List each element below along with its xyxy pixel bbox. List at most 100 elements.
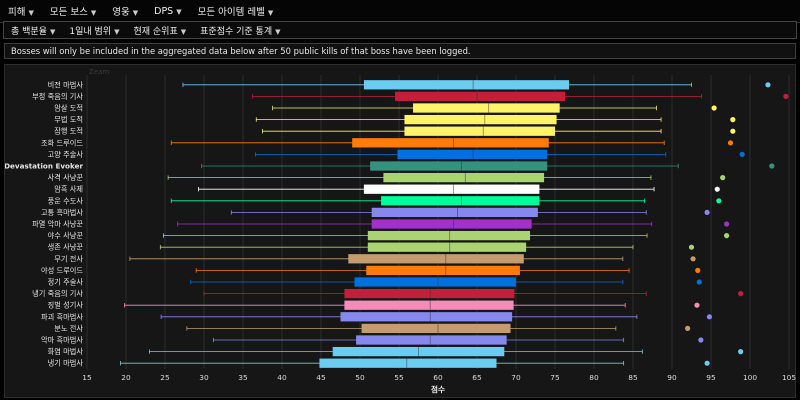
- subnav-dropdown-2[interactable]: 현재 순위표 ▼: [126, 24, 193, 37]
- caret-down-icon: ▼: [28, 9, 34, 17]
- series-label: 고통 흑마법사: [41, 208, 83, 217]
- x-tick-label: 50: [355, 373, 365, 382]
- outlier-point: [690, 256, 696, 262]
- box-iqr: [356, 335, 507, 345]
- caret-down-icon: ▼: [114, 27, 120, 36]
- outlier-point: [698, 337, 704, 343]
- outlier-point: [714, 186, 720, 192]
- box-iqr: [413, 103, 560, 113]
- nav-dropdown-3[interactable]: DPS ▼: [146, 6, 189, 17]
- series-label: 조화 드루이드: [41, 138, 83, 147]
- series-label: Devastation Evoker: [5, 162, 83, 171]
- nav-dropdown-0[interactable]: 피해 ▼: [0, 4, 42, 18]
- outlier-point: [688, 244, 695, 250]
- outlier-point: [727, 140, 734, 146]
- box-iqr: [344, 300, 514, 310]
- series-label: 암살 도적: [54, 104, 83, 113]
- series-label: 분노 전사: [54, 324, 83, 333]
- subnav-dropdown-3[interactable]: 표준점수 기준 통계 ▼: [193, 24, 287, 37]
- nav-dropdown-label: 모든 보스: [49, 7, 88, 18]
- series-label: 잠행 도적: [54, 127, 83, 136]
- nav-dropdown-4[interactable]: 모든 아이템 레벨 ▼: [190, 4, 282, 18]
- series-label: 악마 흑마법사: [41, 336, 83, 345]
- caret-down-icon: ▼: [267, 9, 274, 17]
- x-tick-label: 25: [160, 373, 170, 382]
- box-iqr: [397, 149, 548, 160]
- outlier-point: [716, 198, 722, 204]
- x-tick-label: 70: [511, 373, 521, 382]
- secondary-filter-bar: 총 백분율 ▼ 1일내 범위 ▼ 현재 순위표 ▼ 표준점수 기준 통계 ▼: [3, 21, 797, 39]
- outlier-point: [720, 175, 726, 181]
- series-label: 징벌 성기사: [48, 301, 84, 310]
- x-tick-label: 35: [238, 373, 248, 382]
- subnav-dropdown-1[interactable]: 1일내 범위 ▼: [62, 24, 126, 37]
- x-tick-label: 80: [589, 373, 599, 382]
- box-iqr: [383, 172, 545, 183]
- box-iqr: [361, 323, 511, 334]
- series-label: 무기 전사: [54, 254, 83, 263]
- series-label: 냉기 마법사: [48, 359, 84, 368]
- x-tick-label: 45: [316, 373, 326, 382]
- box-iqr: [404, 114, 557, 125]
- nav-dropdown-label: 피해: [8, 7, 26, 18]
- outlier-point: [738, 349, 744, 355]
- subnav-dropdown-0[interactable]: 총 백분율 ▼: [4, 24, 62, 37]
- box-iqr: [367, 230, 531, 241]
- x-tick-label: 55: [394, 373, 404, 382]
- x-axis-title: 점수: [431, 384, 445, 394]
- series-label: 파멸 악마 사냥꾼: [32, 220, 83, 229]
- series-label: 부정 죽음의 기사: [32, 92, 83, 101]
- caret-down-icon: ▼: [132, 9, 139, 17]
- outlier-point: [704, 360, 710, 366]
- series-label: 풍운 수도사: [48, 196, 84, 205]
- outlier-point: [685, 325, 691, 331]
- series-label: 냉기 죽음의 기사: [32, 289, 83, 298]
- series-label: 암흑 사제: [54, 185, 83, 194]
- subnav-dropdown-label: 현재 순위표: [133, 26, 178, 37]
- notice-text: Bosses will only be included in the aggr…: [11, 46, 471, 56]
- outlier-point: [724, 221, 730, 227]
- box-iqr: [395, 91, 566, 102]
- outlier-point: [730, 128, 736, 134]
- x-tick-label: 105: [782, 373, 796, 382]
- outlier-point: [738, 291, 744, 297]
- nav-dropdown-label: DPS: [154, 5, 174, 17]
- nav-dropdown-1[interactable]: 모든 보스 ▼: [42, 4, 104, 18]
- box-plot-chart: Zeam 비전 마법사부정 죽음의 기사암살 도적무법 도적잠행 도적조화 드루이…: [5, 68, 796, 394]
- caret-down-icon: ▼: [180, 27, 187, 36]
- series-label: 생존 사냥꾼: [48, 243, 84, 252]
- outlier-point: [765, 82, 771, 88]
- outlier-point: [695, 267, 701, 273]
- nav-dropdown-2[interactable]: 영웅 ▼: [104, 4, 146, 18]
- box-iqr: [319, 358, 497, 368]
- series-label: 무법 도적: [54, 115, 83, 124]
- nav-dropdown-label: 모든 아이템 레벨: [197, 7, 265, 18]
- x-tick-label: 20: [121, 373, 131, 382]
- series-label: 야수 사냥꾼: [48, 231, 84, 240]
- outlier-point: [706, 314, 713, 320]
- caret-down-icon: ▼: [176, 7, 182, 16]
- series-label: 정기 주술사: [48, 278, 84, 287]
- x-tick-label: 65: [472, 373, 482, 382]
- box-iqr: [367, 242, 527, 252]
- caret-down-icon: ▼: [49, 27, 56, 36]
- outlier-point: [694, 302, 700, 308]
- caret-down-icon: ▼: [90, 9, 97, 17]
- outlier-point: [696, 279, 702, 285]
- box-iqr: [352, 138, 549, 148]
- subnav-dropdown-label: 총 백분율: [11, 26, 47, 37]
- box-plot-panel: Zeam 비전 마법사 부정 죽음의 기사 암살 도적 무법 도적 잠행 도적 조화 드루이…: [4, 64, 796, 398]
- box-iqr: [363, 184, 540, 194]
- series-label: 야성 드루이드: [41, 266, 83, 275]
- series-label: 고양 주술사: [48, 150, 84, 159]
- box-iqr: [340, 312, 513, 322]
- box-iqr: [404, 126, 555, 136]
- box-iqr: [354, 277, 516, 287]
- x-tick-label: 30: [199, 373, 209, 382]
- outlier-point: [711, 105, 717, 111]
- box-iqr: [348, 254, 524, 264]
- x-tick-label: 75: [550, 373, 560, 382]
- x-tick-label: 40: [277, 373, 287, 382]
- x-tick-label: 95: [706, 373, 716, 382]
- outlier-point: [769, 163, 775, 169]
